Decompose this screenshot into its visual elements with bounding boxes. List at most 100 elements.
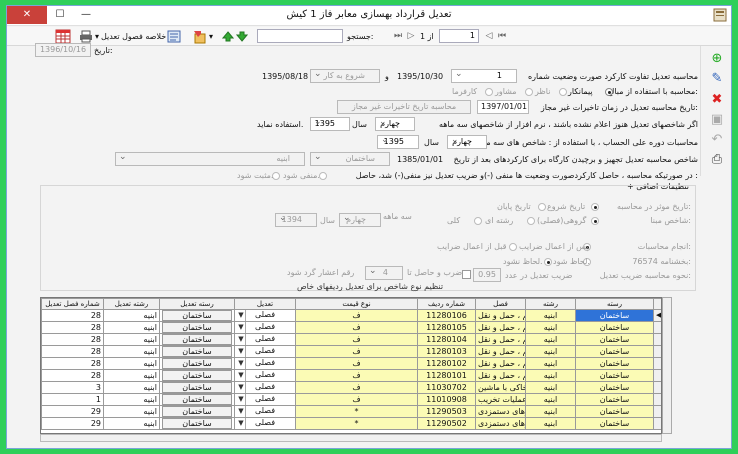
table-row[interactable]: 28 ابنیه ساختمان▼فصلیف11280105فصل بیست و ه… — [41, 321, 661, 334]
cell-adjustment[interactable]: ▼ فصلی — [234, 369, 296, 382]
page-input[interactable]: 1 — [439, 29, 479, 43]
dropdown-arrow-icon[interactable]: ▼ — [237, 310, 246, 321]
dropdown-arrow-icon[interactable]: ▼ — [237, 346, 246, 357]
cell-row-no[interactable]: 11280105 — [417, 321, 476, 334]
print-icon[interactable]: ⎙ — [709, 152, 725, 168]
cell-price-type[interactable]: ف — [295, 357, 418, 370]
cell-price-type[interactable]: ف — [295, 321, 418, 334]
cell-field[interactable]: ابنیه — [525, 357, 576, 370]
cell-price-type[interactable]: * — [295, 405, 418, 418]
dropdown-arrow-icon[interactable]: ▼ — [237, 394, 246, 405]
cell-adj-chapter-no[interactable]: 28 — [41, 309, 104, 322]
cell-category[interactable]: ساختمان — [575, 417, 654, 430]
cell-adjustment-value[interactable]: ▼ فصلی — [237, 310, 293, 321]
radio-eff-start[interactable] — [591, 203, 599, 211]
table-row[interactable]: 28ابنیهساختمان▼فصلیف11280101فصل بیست و ه… — [41, 369, 661, 382]
cell-adj-field[interactable]: ابنیه — [103, 357, 160, 370]
col-header[interactable]: رسته تعدیل — [159, 298, 235, 310]
cell-adjustment[interactable]: ▼ فصلی — [234, 393, 296, 406]
cell-adjustment-value[interactable]: ▼ فصلی — [237, 370, 293, 381]
cell-field[interactable]: ابنیه — [525, 333, 576, 346]
cell-category[interactable]: ساختمان — [575, 393, 654, 406]
cell-price-type[interactable]: * — [295, 417, 418, 430]
col-header[interactable]: تعدیل — [234, 298, 296, 310]
cell-adj-category-value[interactable]: ساختمان — [162, 370, 232, 381]
q-year-dropdown[interactable]: 1395 — [310, 117, 350, 131]
cell-adjustment[interactable]: ▼ فصلی — [234, 321, 296, 334]
cell-adj-field[interactable]: ابنیه — [103, 417, 160, 430]
radio-basis-total[interactable] — [474, 217, 482, 225]
cell-row-no[interactable]: 11280103 — [417, 345, 476, 358]
cell-row-no[interactable]: 11010908 — [417, 393, 476, 406]
radio-employer[interactable] — [485, 88, 493, 96]
equip-dropdown-2[interactable]: ابنیه — [115, 152, 305, 166]
report-icon[interactable] — [167, 30, 181, 43]
row-selector[interactable]: ◀ — [653, 309, 661, 322]
cell-chapter[interactable]: فصل بیست و نهم ،کارهای دستمزدی — [475, 405, 526, 418]
cell-category[interactable]: ساختمان — [575, 369, 654, 382]
cell-adj-category[interactable]: ساختمان — [159, 357, 235, 370]
cell-row-no[interactable]: 11030702 — [417, 381, 476, 394]
cell-adj-chapter-no[interactable]: 28 — [41, 333, 104, 346]
cell-adj-category[interactable]: ساختمان — [159, 345, 235, 358]
radio-basis-row[interactable] — [527, 217, 535, 225]
cell-chapter[interactable]: فصل بیست و هشتم ، حمل و نقل — [475, 333, 526, 346]
cell-adj-chapter-no[interactable]: 29 — [41, 405, 104, 418]
cell-adj-chapter-no[interactable]: 1 — [41, 393, 104, 406]
table-row[interactable]: 28ابنیهساختمان▼فصلیف11280103فصل بیست و ه… — [41, 345, 661, 358]
row-selector[interactable] — [653, 369, 661, 382]
cell-adjustment-value[interactable]: ▼ فصلی — [237, 394, 293, 405]
radio-negative[interactable] — [319, 172, 327, 180]
cell-field[interactable]: ابنیه — [525, 405, 576, 418]
cell-adj-category[interactable]: ساختمان — [159, 321, 235, 334]
cell-adj-category-value[interactable]: ساختمان — [162, 334, 232, 345]
table-row[interactable]: 1ابنیهساختمان▼فصلیف11010908فصل اول ، عمل… — [41, 393, 661, 406]
close-button[interactable]: ✕ — [7, 6, 47, 24]
col-header[interactable]: نوع قیمت — [295, 298, 418, 310]
row-selector[interactable] — [653, 345, 661, 358]
cell-adj-category-value[interactable]: ساختمان — [162, 418, 232, 429]
dropdown-arrow-icon[interactable]: ▼ — [237, 322, 246, 333]
cell-adjustment-value[interactable]: ▼ فصلی — [237, 334, 293, 345]
coef-digits-dropdown[interactable]: 4 — [365, 266, 403, 280]
b-year-dropdown[interactable]: 1394 — [275, 213, 317, 227]
cell-adj-category[interactable]: ساختمان — [159, 405, 235, 418]
cell-category[interactable]: ساختمان — [575, 357, 654, 370]
cell-category[interactable]: ساختمان — [575, 345, 654, 358]
cell-chapter[interactable]: فصل بیست و هشتم ، حمل و نقل — [475, 321, 526, 334]
cell-adj-field[interactable]: ابنیه — [103, 309, 160, 322]
cell-adj-chapter-no[interactable]: 28 — [41, 357, 104, 370]
cell-field[interactable]: ابنیه — [525, 321, 576, 334]
arrow-up-icon[interactable] — [222, 31, 234, 42]
start-dropdown[interactable]: شروع به کار — [310, 69, 380, 83]
printer-icon[interactable] — [79, 30, 93, 43]
export-dropdown-arrow[interactable]: ▾ — [209, 29, 213, 44]
print-dropdown-arrow[interactable]: ▾ — [95, 29, 99, 44]
b-quarter-dropdown[interactable]: چهارم — [339, 213, 381, 227]
cell-adj-category[interactable]: ساختمان — [159, 309, 235, 322]
cell-adjustment[interactable]: ▼ فصلی — [234, 345, 296, 358]
row-selector[interactable] — [653, 321, 661, 334]
cell-adj-chapter-no[interactable]: 28 — [41, 321, 104, 334]
cell-price-type[interactable]: ف — [295, 381, 418, 394]
radio-eff-end[interactable] — [538, 203, 546, 211]
cell-field[interactable]: ابنیه — [525, 417, 576, 430]
cell-adj-field[interactable]: ابنیه — [103, 333, 160, 346]
col-header[interactable]: رشته تعدیل — [103, 298, 160, 310]
radio-circular-no[interactable] — [544, 258, 552, 266]
cell-adj-chapter-no[interactable]: 3 — [41, 381, 104, 394]
cell-adj-category-value[interactable]: ساختمان — [162, 394, 232, 405]
dropdown-arrow-icon[interactable]: ▼ — [237, 358, 246, 369]
p-year-dropdown[interactable]: 1395 — [377, 135, 419, 149]
cell-field[interactable]: ابنیه — [525, 345, 576, 358]
dropdown-arrow-icon[interactable]: ▼ — [237, 406, 246, 417]
cell-row-no[interactable]: 11280106 — [417, 309, 476, 322]
radio-supervisor[interactable] — [559, 88, 567, 96]
cell-adj-field[interactable]: ابنیه — [103, 345, 160, 358]
arrow-down-icon[interactable] — [236, 31, 248, 42]
table-row[interactable]: 28ابنیهساختمان▼فصلیف11280106فصل بیست و ه… — [41, 309, 661, 322]
cell-price-type[interactable]: ف — [295, 309, 418, 322]
cell-row-no[interactable]: 11290503 — [417, 405, 476, 418]
search-input[interactable] — [257, 29, 343, 43]
q-quarter-dropdown[interactable]: چهارم — [375, 117, 415, 131]
